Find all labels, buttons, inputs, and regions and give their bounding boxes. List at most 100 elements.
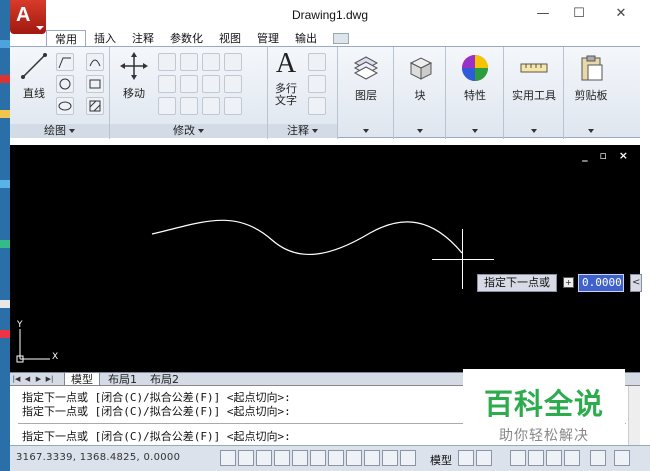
spline-curve bbox=[151, 219, 463, 256]
dynamic-input-next-field[interactable]: < 0 bbox=[630, 274, 642, 292]
layers-panel[interactable]: 图层 bbox=[338, 47, 394, 139]
dimension-icon[interactable] bbox=[308, 53, 326, 71]
next-layout-button[interactable]: ▶ bbox=[34, 375, 43, 384]
polyline-icon[interactable] bbox=[56, 53, 74, 71]
tab-home[interactable]: 常用 bbox=[46, 30, 86, 47]
quick-properties-icon[interactable] bbox=[400, 450, 416, 466]
cursor-coordinates: 3167.3339, 1368.4825, 0.0000 bbox=[16, 452, 181, 463]
chevron-down-icon bbox=[588, 129, 594, 133]
line-button[interactable]: 直线 bbox=[16, 51, 52, 101]
ribbon-panel: 直线 绘图 移动 修改 A 多行 文字 注释 图层 块 特性 实用工具 剪贴板 bbox=[10, 46, 640, 139]
object-snap-icon[interactable] bbox=[292, 450, 308, 466]
watermark-subtitle: 助你轻松解决 bbox=[499, 428, 589, 444]
text-a-icon: A bbox=[275, 48, 297, 79]
modify-panel: 移动 修改 bbox=[110, 47, 268, 139]
break-icon[interactable] bbox=[224, 75, 242, 93]
first-layout-button[interactable]: |◀ bbox=[12, 375, 21, 384]
dynamic-input-field[interactable]: 0.0000 bbox=[578, 274, 624, 292]
utilities-button[interactable]: 实用工具 bbox=[508, 53, 560, 103]
chevron-down-icon bbox=[472, 129, 478, 133]
chevron-down-icon bbox=[417, 129, 423, 133]
dynamic-input-icon[interactable] bbox=[364, 450, 380, 466]
tab-insert[interactable]: 插入 bbox=[86, 30, 124, 47]
clipboard-panel[interactable]: 剪贴板 bbox=[564, 47, 618, 139]
showmotion-icon[interactable] bbox=[564, 450, 580, 466]
layers-icon bbox=[351, 53, 381, 83]
last-layout-button[interactable]: ▶| bbox=[45, 375, 54, 384]
ortho-mode-icon[interactable] bbox=[256, 450, 272, 466]
status-bar: 3167.3339, 1368.4825, 0.0000 模型 bbox=[10, 445, 650, 471]
drawing-canvas[interactable]: _ ▫ × 指定下一点或 + 0.0000 < 0 Y X bbox=[10, 145, 642, 372]
tab-parametric[interactable]: 参数化 bbox=[162, 30, 211, 47]
table-icon[interactable] bbox=[308, 97, 326, 115]
modify-panel-title[interactable]: 修改 bbox=[110, 124, 267, 138]
properties-panel[interactable]: 特性 bbox=[446, 47, 504, 139]
pan-icon[interactable] bbox=[510, 450, 526, 466]
arc-icon[interactable] bbox=[86, 53, 104, 71]
clipboard-button[interactable]: 剪贴板 bbox=[568, 53, 614, 103]
scale-icon[interactable] bbox=[202, 75, 220, 93]
zoom-icon[interactable] bbox=[528, 450, 544, 466]
tab-output[interactable]: 输出 bbox=[287, 30, 325, 47]
object-snap-tracking-icon[interactable] bbox=[328, 450, 344, 466]
tab-view[interactable]: 视图 bbox=[211, 30, 249, 47]
trim-icon[interactable] bbox=[202, 53, 220, 71]
watermark-title: 百科全说 bbox=[483, 387, 604, 421]
move-icon bbox=[119, 51, 149, 81]
block-button[interactable]: 块 bbox=[400, 53, 440, 103]
rotate-icon[interactable] bbox=[180, 53, 198, 71]
application-menu-button[interactable]: A bbox=[10, 0, 46, 34]
annotation-panel-title[interactable]: 注释 bbox=[268, 124, 337, 138]
3d-object-snap-icon[interactable] bbox=[310, 450, 326, 466]
dynamic-ucs-icon[interactable] bbox=[346, 450, 362, 466]
erase-icon[interactable] bbox=[158, 97, 176, 115]
chevron-down-icon bbox=[36, 26, 44, 30]
layers-button[interactable]: 图层 bbox=[346, 53, 386, 103]
circle-icon[interactable] bbox=[56, 75, 74, 93]
steering-wheel-icon[interactable] bbox=[546, 450, 562, 466]
copy-icon[interactable] bbox=[158, 53, 176, 71]
crosshair-cursor-horizontal bbox=[432, 259, 494, 260]
mirror-icon[interactable] bbox=[158, 75, 176, 93]
hatch-icon[interactable] bbox=[86, 97, 104, 115]
lineweight-icon[interactable] bbox=[382, 450, 398, 466]
move-button[interactable]: 移动 bbox=[116, 51, 152, 101]
rectangle-icon[interactable] bbox=[86, 75, 104, 93]
utilities-panel[interactable]: 实用工具 bbox=[504, 47, 564, 139]
fillet-icon[interactable] bbox=[180, 97, 198, 115]
fullscreen-icon[interactable] bbox=[614, 450, 630, 466]
minimize-button[interactable]: — bbox=[532, 5, 554, 23]
ribbon-tab-bar: 常用 插入 注释 参数化 视图 管理 输出 bbox=[46, 30, 357, 47]
line-label: 直线 bbox=[23, 87, 45, 100]
command-history-line: 指定下一点或 [闭合(C)/拟合公差(F)] <起点切向>: bbox=[22, 405, 291, 418]
workspace-switch-icon[interactable] bbox=[590, 450, 606, 466]
properties-button[interactable]: 特性 bbox=[455, 53, 495, 103]
ruler-icon bbox=[519, 53, 549, 83]
drawing-quick-view-icon[interactable] bbox=[476, 450, 492, 466]
offset-icon[interactable] bbox=[224, 53, 242, 71]
tab-annotate[interactable]: 注释 bbox=[124, 30, 162, 47]
chamfer-icon[interactable] bbox=[224, 97, 242, 115]
ribbon-minimize-toggle[interactable] bbox=[333, 33, 349, 44]
polar-tracking-icon[interactable] bbox=[274, 450, 290, 466]
dynamic-input-options-icon[interactable]: + bbox=[563, 277, 574, 288]
autocad-logo-icon: A bbox=[16, 4, 31, 26]
snap-mode-icon[interactable] bbox=[220, 450, 236, 466]
array-icon[interactable] bbox=[202, 97, 220, 115]
chevron-down-icon bbox=[531, 129, 537, 133]
block-panel[interactable]: 块 bbox=[394, 47, 446, 139]
close-button[interactable]: ✕ bbox=[610, 5, 632, 23]
ellipse-icon[interactable] bbox=[56, 97, 74, 115]
grid-display-icon[interactable] bbox=[238, 450, 254, 466]
tab-manage[interactable]: 管理 bbox=[249, 30, 287, 47]
command-input-line[interactable]: 指定下一点或 [闭合(C)/拟合公差(F)] <起点切向>: bbox=[22, 428, 291, 444]
model-space-toggle[interactable]: 模型 bbox=[430, 452, 452, 468]
prev-layout-button[interactable]: ◀ bbox=[23, 375, 32, 384]
draw-panel-title[interactable]: 绘图 bbox=[10, 124, 109, 138]
stretch-icon[interactable] bbox=[180, 75, 198, 93]
command-scrollbar[interactable] bbox=[628, 386, 640, 446]
layout-quick-view-icon[interactable] bbox=[458, 450, 474, 466]
mtext-button[interactable]: A 多行 文字 bbox=[270, 49, 302, 107]
leader-icon[interactable] bbox=[308, 75, 326, 93]
maximize-button[interactable]: ☐ bbox=[568, 5, 590, 23]
